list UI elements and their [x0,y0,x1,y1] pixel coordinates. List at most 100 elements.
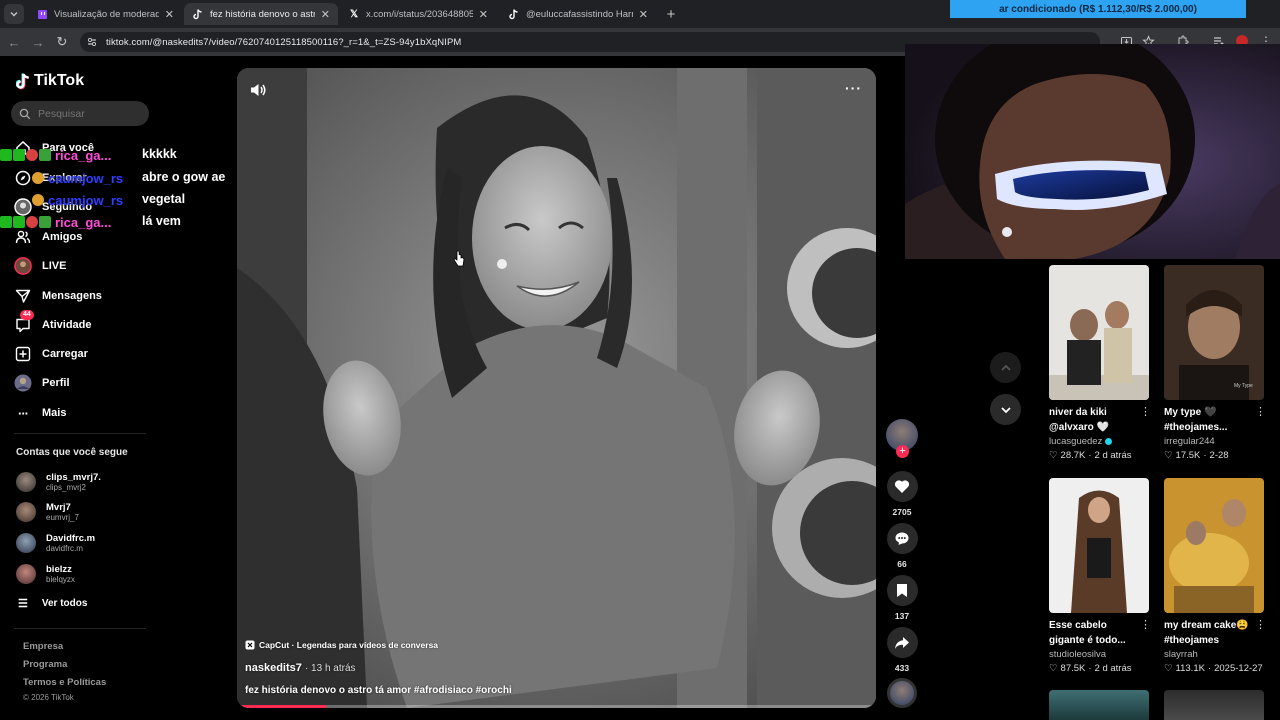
search-bar[interactable] [11,101,149,126]
chat-text: vegetal [142,192,186,206]
video-progress-bar[interactable] [237,705,876,708]
avatar [16,472,36,492]
chat-message: caumjow_rs [32,169,123,187]
browser-tab[interactable]: @euluccafassistindo Harry Pott ✕ [500,3,656,25]
video-frame [237,68,876,708]
arrow-left-icon: ← [7,34,21,50]
reload-button[interactable]: ↻ [54,34,70,50]
account-name: Mvrj7 [46,502,71,513]
video-options-button[interactable]: ··· [845,80,862,96]
follow-plus-icon[interactable]: + [896,445,909,458]
heart-outline-icon: ♡ [1164,450,1173,461]
nav-live[interactable]: LIVE [14,254,66,278]
card-author[interactable]: slayrrah [1164,649,1264,660]
card-author[interactable]: studioleosilva [1049,649,1149,660]
more-vertical-icon[interactable]: ⋮ [1140,405,1151,418]
previous-video-button[interactable] [990,352,1021,383]
browser-tab[interactable]: Visualização de moderadores d ✕ [28,3,182,25]
post-date: 2025-12-27 [1214,663,1263,674]
recommended-video-card[interactable]: My Type My type 🖤 #theojames... ⋮ irregu… [1164,265,1266,461]
see-all-label: Ver todos [41,598,88,609]
back-button[interactable]: ← [6,34,22,50]
like-count: 2705 [892,507,912,517]
activity-icon: 44 [14,310,34,334]
chevron-up-icon [1000,364,1011,371]
nav-label: Mensagens [42,290,102,302]
recommended-video-card[interactable]: Esse cabelo gigante é todo... ⋮ studiole… [1049,478,1151,674]
close-icon[interactable]: ✕ [165,8,174,21]
share-button[interactable]: 433 [885,627,919,673]
video-thumbnail[interactable] [1164,690,1264,720]
tab-search-button[interactable] [4,4,24,24]
video-thumbnail[interactable] [1164,478,1264,613]
tab-title: Visualização de moderadores d [54,8,159,20]
forward-button[interactable]: → [30,34,46,50]
new-tab-button[interactable]: + [662,4,680,24]
see-all-button[interactable]: ☰ Ver todos [18,597,87,610]
save-button[interactable]: 137 [885,575,919,621]
video-author[interactable]: naskedits7 [245,662,302,674]
video-thumbnail[interactable]: My Type [1164,265,1264,400]
capcut-tag[interactable]: CapCut · Legendas para vídeos de convers… [245,640,438,650]
recommended-video-card[interactable]: niver da kiki @alvxaro 🤍 ⋮ lucasguedez ♡… [1049,265,1151,461]
chat-text: abre o gow ae [142,170,226,184]
card-author[interactable]: irregular244 [1164,436,1264,447]
account-handle: clips_mvrj2 [46,483,87,492]
chat-message: caumjow_rs [32,191,123,209]
browser-tab[interactable]: 𝕏 x.com/i/status/20364880597875 ✕ [340,3,496,25]
recommended-video-card[interactable]: my dream cake😩 #theojames ⋮ slayrrah ♡ 11… [1164,478,1266,674]
tiktok-logo[interactable]: TikTok [16,72,84,90]
live-icon [14,257,32,275]
video-thumbnail[interactable] [1049,265,1149,400]
account-handle: eumvrj_7 [46,513,79,522]
followed-account[interactable]: bielzz bielqyzx [16,560,75,588]
followed-account[interactable]: clips_mvrj7. clips_mvrj2 [16,468,101,496]
footer-link[interactable]: Programa [23,659,67,670]
account-name: bielzz [46,564,72,575]
nav-label: LIVE [42,260,67,272]
card-author[interactable]: lucasguedez [1049,436,1149,447]
search-input[interactable] [38,107,138,120]
upload-icon [14,345,32,363]
nav-perfil[interactable]: Perfil [14,371,70,395]
view-count: 87.5K [1060,663,1086,674]
followed-account[interactable]: Davidfrc.m davidfrc.m [16,529,95,557]
compass-icon [14,169,32,187]
like-button[interactable]: 2705 [885,471,919,517]
search-icon [19,108,31,119]
browser-tab-active[interactable]: fez história denovo o astro tá a ✕ [184,3,338,25]
volume-button[interactable] [249,82,267,98]
video-thumbnail[interactable] [1049,690,1149,720]
speaker-icon [251,84,266,96]
video-thumbnail[interactable] [1049,478,1149,613]
next-video-button[interactable] [990,394,1021,425]
nav-mensagens[interactable]: Mensagens [14,284,102,308]
close-icon[interactable]: ✕ [321,8,330,21]
footer-link[interactable]: Empresa [23,641,63,652]
webcam-image [905,44,1280,259]
comment-button[interactable]: 66 [885,523,919,569]
video-player[interactable]: ··· CapCut · Legendas para vídeos de con… [237,68,876,708]
close-icon[interactable]: ✕ [639,8,648,21]
avatar [16,564,36,584]
close-icon[interactable]: ✕ [479,8,488,21]
view-count: 28.7K [1060,450,1086,461]
svg-text:My Type: My Type [1234,383,1253,389]
sound-disc-button[interactable] [885,678,919,708]
followed-account[interactable]: Mvrj7 eumvrj_7 [16,498,79,526]
account-handle: davidfrc.m [46,544,83,553]
nav-atividade[interactable]: 44 Atividade [14,310,92,337]
more-vertical-icon[interactable]: ⋮ [1255,618,1266,631]
nav-label: Atividade [42,319,92,331]
x-icon: 𝕏 [349,8,359,20]
divider [14,628,146,629]
twitch-icon [36,8,48,20]
site-settings-icon[interactable] [86,36,98,48]
more-vertical-icon[interactable]: ⋮ [1255,405,1266,418]
more-vertical-icon[interactable]: ⋮ [1140,618,1151,631]
footer-link[interactable]: Termos e Políticas [23,677,106,688]
view-count: 17.5K [1175,450,1201,461]
nav-carregar[interactable]: Carregar [14,342,88,366]
nav-mais[interactable]: ··· Mais [14,401,66,425]
author-avatar-button[interactable]: + [885,419,919,458]
